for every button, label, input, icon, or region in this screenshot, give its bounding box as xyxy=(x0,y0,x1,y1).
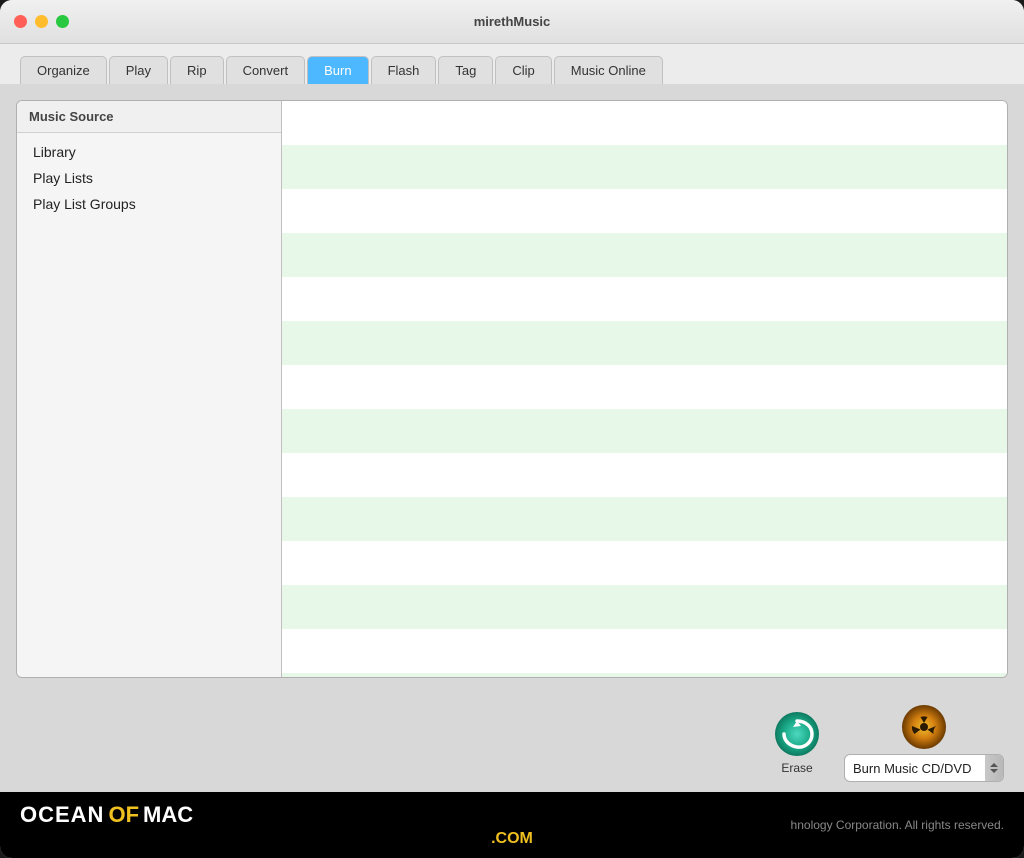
copyright-text: hnology Corporation. All rights reserved… xyxy=(791,818,1004,832)
track-row[interactable] xyxy=(282,145,1007,189)
burn-select[interactable]: Burn Music CD/DVD Burn Data CD/DVD xyxy=(845,761,985,776)
brand-mac: MAC xyxy=(143,802,193,828)
source-playlists[interactable]: Play Lists xyxy=(17,165,281,191)
chevron-down-icon xyxy=(990,769,998,773)
left-pane: Music Source Library Play Lists Play Lis… xyxy=(17,101,282,677)
tab-music-online[interactable]: Music Online xyxy=(554,56,663,84)
track-row[interactable] xyxy=(282,673,1007,677)
track-row[interactable] xyxy=(282,409,1007,453)
content-panel: Music Source Library Play Lists Play Lis… xyxy=(16,100,1008,678)
tab-tag[interactable]: Tag xyxy=(438,56,493,84)
erase-icon xyxy=(774,711,820,757)
track-row[interactable] xyxy=(282,453,1007,497)
tab-clip[interactable]: Clip xyxy=(495,56,551,84)
source-list: Library Play Lists Play List Groups xyxy=(17,133,281,223)
brand-of: OF xyxy=(108,802,139,828)
action-bar: Erase xyxy=(0,694,1024,792)
close-button[interactable] xyxy=(14,15,27,28)
tab-organize[interactable]: Organize xyxy=(20,56,107,84)
source-library[interactable]: Library xyxy=(17,139,281,165)
tab-bar: Organize Play Rip Convert Burn Flash Tag… xyxy=(0,44,1024,84)
track-row[interactable] xyxy=(282,497,1007,541)
titlebar: mirethMusic xyxy=(0,0,1024,44)
window-title: mirethMusic xyxy=(474,14,551,29)
tab-rip[interactable]: Rip xyxy=(170,56,224,84)
track-row[interactable] xyxy=(282,189,1007,233)
track-row[interactable] xyxy=(282,277,1007,321)
track-row[interactable] xyxy=(282,321,1007,365)
track-row[interactable] xyxy=(282,585,1007,629)
track-row[interactable] xyxy=(282,541,1007,585)
burn-select-arrow-icon xyxy=(985,755,1003,781)
erase-label: Erase xyxy=(781,761,812,775)
window-controls xyxy=(14,15,69,28)
music-source-header: Music Source xyxy=(17,101,281,133)
track-list xyxy=(282,101,1007,677)
main-content: Music Source Library Play Lists Play Lis… xyxy=(0,84,1024,694)
burn-select-wrapper: Burn Music CD/DVD Burn Data CD/DVD xyxy=(844,754,1004,782)
erase-button[interactable]: Erase xyxy=(774,711,820,775)
track-row[interactable] xyxy=(282,101,1007,145)
brand-com: .COM xyxy=(20,830,1004,848)
source-playlist-groups[interactable]: Play List Groups xyxy=(17,191,281,217)
footer: OCEAN OF MAC .COM hnology Corporation. A… xyxy=(0,792,1024,858)
chevron-up-icon xyxy=(990,763,998,767)
tab-burn[interactable]: Burn xyxy=(307,56,368,84)
tab-flash[interactable]: Flash xyxy=(371,56,437,84)
burn-icon xyxy=(901,704,947,750)
tab-convert[interactable]: Convert xyxy=(226,56,306,84)
track-row[interactable] xyxy=(282,365,1007,409)
tab-play[interactable]: Play xyxy=(109,56,168,84)
burn-dropdown-container: Burn Music CD/DVD Burn Data CD/DVD xyxy=(844,704,1004,782)
minimize-button[interactable] xyxy=(35,15,48,28)
maximize-button[interactable] xyxy=(56,15,69,28)
brand-ocean: OCEAN xyxy=(20,802,104,828)
track-row[interactable] xyxy=(282,629,1007,673)
right-pane xyxy=(282,101,1007,677)
track-row[interactable] xyxy=(282,233,1007,277)
app-window: mirethMusic Organize Play Rip Convert Bu… xyxy=(0,0,1024,858)
pane-container: Music Source Library Play Lists Play Lis… xyxy=(17,101,1007,677)
